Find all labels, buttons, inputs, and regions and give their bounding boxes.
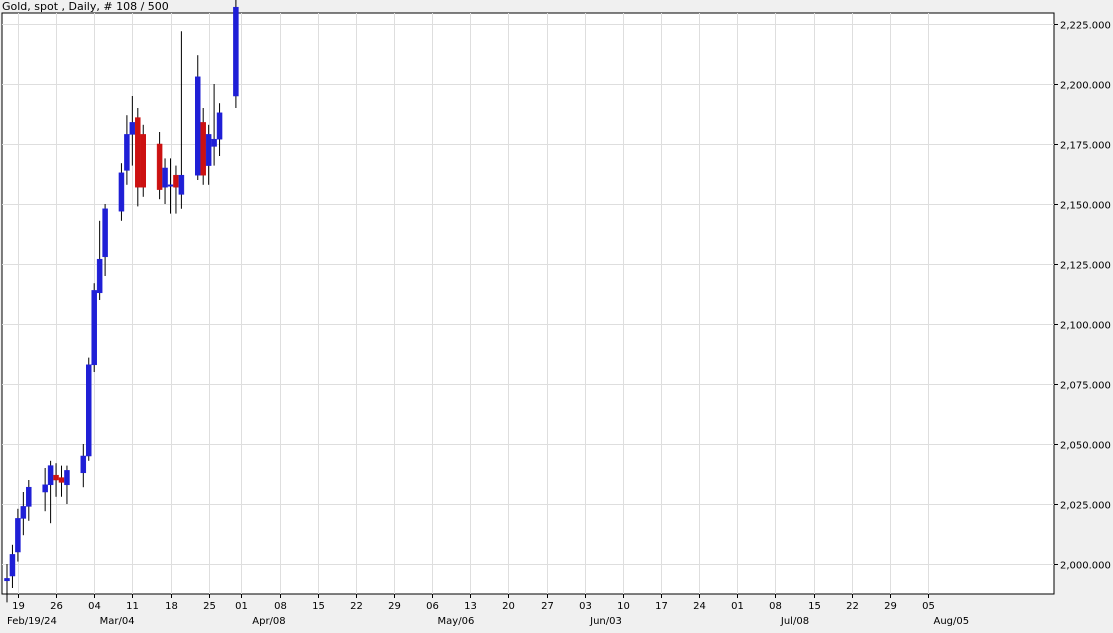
x-tick-label: 13 [464,601,477,612]
candle-body [124,134,130,171]
x-tick-label: 25 [203,601,216,612]
candle-body [129,122,136,135]
candle-body [91,290,97,366]
candle-body [216,112,223,140]
x-tick-label: 19 [12,601,25,612]
y-tick-label: 2,125.000 [1060,261,1111,272]
candle-body [58,477,65,483]
x-tick-label: 27 [541,601,554,612]
candle-body [64,470,70,486]
y-tick-label: 2,200.000 [1060,81,1111,92]
y-tick-label: 2,050.000 [1060,441,1111,452]
x-major-label: Feb/19/24 [7,616,57,627]
candle-body [47,465,54,486]
x-tick-label: 05 [922,601,935,612]
y-tick-label: 2,150.000 [1060,201,1111,212]
x-major-label: Aug/05 [934,616,970,627]
x-tick-label: 11 [126,601,139,612]
x-tick-label: 15 [808,601,821,612]
candle-body [118,172,125,212]
candle-body [178,174,185,195]
x-major-label: Apr/08 [252,616,285,627]
x-tick-label: 29 [884,601,897,612]
x-tick-label: 08 [274,601,287,612]
x-tick-label: 06 [426,601,439,612]
x-tick-label: 29 [388,601,401,612]
x-tick-label: 03 [579,601,592,612]
x-tick-label: 24 [693,601,706,612]
candle-body [140,134,146,188]
x-tick-label: 20 [502,601,515,612]
y-tick-label: 2,175.000 [1060,141,1111,152]
candle [140,124,146,197]
candle-body [4,578,10,582]
x-tick-label: 08 [769,601,782,612]
y-tick-label: 2,000.000 [1060,561,1111,572]
x-tick-label: 18 [165,601,178,612]
candle-body [9,554,16,577]
candle-body [86,364,92,457]
candle-body [162,167,168,188]
y-tick-label: 2,025.000 [1060,501,1111,512]
x-tick-label: 17 [655,601,668,612]
x-tick-label: 01 [731,601,744,612]
candlestick-chart[interactable]: 2,450.0002,425.0002,400.0002,375.0002,35… [0,0,1113,633]
candle-body [20,506,27,519]
candle-body [102,208,108,258]
candle-body [53,474,59,481]
y-tick-label: 2,225.000 [1060,21,1111,32]
x-tick-label: 22 [350,601,363,612]
y-tick-label: 2,100.000 [1060,321,1111,332]
x-tick-label: 22 [846,601,859,612]
candle-body [195,76,201,176]
candle-body [167,184,174,187]
x-major-label: Jun/03 [589,616,622,627]
x-tick-label: 01 [235,601,248,612]
x-tick-label: 15 [312,601,325,612]
candle-body [135,117,141,188]
candle [86,357,92,461]
candle-body [211,138,217,147]
y-tick-label: 2,075.000 [1060,381,1111,392]
candle-body [173,174,179,188]
x-tick-label: 04 [88,601,101,612]
candle-body [80,455,87,474]
candle-body [15,518,21,553]
candle-body [200,122,206,176]
candle-body [42,484,48,493]
candle [233,0,239,108]
candle [91,283,97,372]
x-major-label: Mar/04 [100,616,135,627]
x-tick-label: 10 [617,601,630,612]
candle-body [233,6,239,97]
candle-body [96,258,103,294]
candle-body [205,134,212,166]
candle-body [156,143,163,190]
x-major-label: Jul/08 [780,616,809,627]
plot-area [1,12,1055,595]
candle-body [26,486,32,507]
x-tick-label: 26 [50,601,63,612]
x-major-label: May/06 [438,616,475,627]
